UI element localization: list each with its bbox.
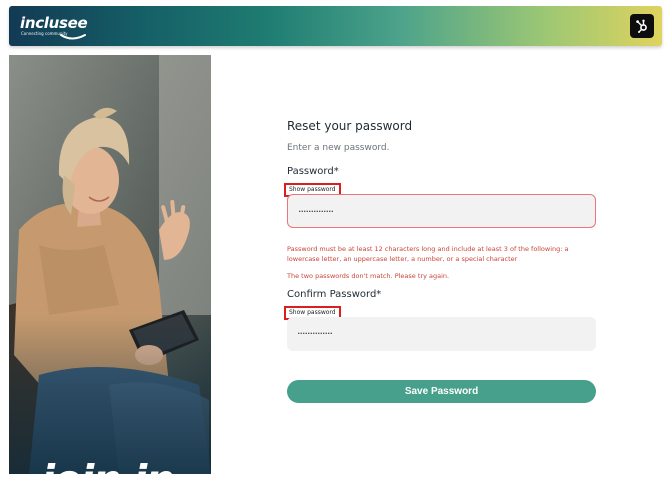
header-bar: inclusee Connecting community [9,6,662,46]
save-password-button[interactable]: Save Password [287,380,596,403]
inclusee-logo[interactable]: inclusee Connecting community [20,14,88,40]
confirm-password-label: Confirm Password* [287,289,382,300]
logo-swoosh-icon [60,34,86,40]
hubspot-button[interactable] [630,14,654,38]
hero-photo: join inTM [9,55,211,474]
password-field[interactable]: ·············· [287,194,596,228]
confirm-password-field[interactable]: ·············· [287,317,596,351]
logo-text: inclusee [20,14,88,32]
password-label: Password* [287,166,339,177]
woman-with-tablet-illustration [9,55,211,474]
page-title: Reset your password [287,119,413,133]
join-in-overlay-text: join inTM [41,457,182,474]
password-mismatch-error: The two passwords don't match. Please tr… [287,272,450,280]
password-requirements-error: Password must be at least 12 characters … [287,245,569,263]
hubspot-sprocket-icon [636,19,647,33]
page-subtitle: Enter a new password. [287,143,390,153]
